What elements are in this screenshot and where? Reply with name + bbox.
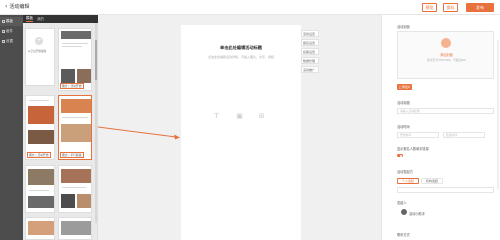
publish-button[interactable]: 发布 — [466, 3, 494, 12]
template-card[interactable] — [58, 217, 92, 240]
side-menu-item[interactable]: 活动设置 — [301, 30, 319, 37]
side-menu-item[interactable]: 报名设置 — [301, 39, 319, 46]
switch-label: 显示报名人数和浏览量 — [397, 147, 429, 151]
tab-templates[interactable]: 模板 — [26, 16, 33, 22]
nav-label: 设置 — [6, 39, 13, 43]
template-thumbnail — [61, 194, 75, 208]
time-label: 活动时间 — [397, 125, 410, 129]
chevron-left-icon: ‹ — [5, 2, 8, 10]
image-tool-icon[interactable]: ▣ — [236, 113, 243, 120]
template-thumbnail — [61, 99, 91, 113]
back-label: 活动编辑 — [9, 4, 30, 10]
text-line — [62, 117, 88, 118]
template-card[interactable]: 图文 | 活动开始 — [58, 28, 92, 91]
template-thumbnail — [28, 130, 54, 144]
template-card[interactable] — [25, 217, 55, 240]
template-thumbnail — [61, 124, 91, 142]
blank-template-card[interactable]: + 从空白开始编辑 — [25, 28, 55, 86]
person-label: 发起人 — [397, 201, 407, 205]
nav-label: 组件 — [6, 29, 13, 33]
panel-scrollbar[interactable] — [497, 40, 499, 190]
contact-label: 联系方式 — [397, 233, 410, 237]
avatar[interactable] — [401, 209, 407, 215]
template-thumbnail — [77, 69, 91, 83]
add-tool-icon[interactable]: ⊞ — [258, 113, 265, 120]
nav-item-settings[interactable]: 设置 — [0, 37, 23, 46]
organizer-label: 活动发起方 — [397, 170, 413, 174]
template-thumbnail — [28, 196, 54, 208]
blank-template-label: 从空白开始编辑 — [28, 50, 47, 53]
title-label: 活动标题 — [397, 101, 410, 105]
template-thumbnail — [77, 194, 91, 208]
save-button[interactable]: 保存 — [443, 3, 458, 12]
upload-main-text: 添加封面 — [440, 53, 453, 57]
template-thumbnail — [28, 106, 54, 124]
settings-icon — [2, 40, 5, 43]
template-card[interactable] — [25, 165, 55, 213]
text-line — [29, 190, 49, 191]
template-thumbnail — [28, 169, 54, 185]
grid-icon — [2, 20, 5, 23]
activity-detail-placeholder[interactable]: 点击此处编辑活动详情，可插入图片、文字、视频 — [181, 55, 301, 59]
end-time-input[interactable]: 结束时间 — [443, 132, 485, 138]
left-nav: 模板 组件 设置 — [0, 15, 23, 240]
title-input[interactable]: 请输入活动标题 — [397, 108, 494, 114]
template-card-selected[interactable]: 图文 | 平行模版 — [58, 95, 92, 160]
radio-personal[interactable]: 个人发起 — [397, 178, 419, 184]
plus-icon: + — [35, 37, 43, 45]
nav-item-components[interactable]: 组件 — [0, 27, 23, 36]
template-thumbnail — [61, 169, 91, 183]
template-thumbnail — [61, 69, 75, 83]
text-line — [29, 100, 49, 101]
template-caption: 图文 | 活动开始 — [27, 152, 51, 158]
cover-upload-area[interactable]: 添加封面 建议尺寸750*420，不超过2M — [397, 31, 494, 79]
template-thumbnail — [28, 221, 54, 235]
template-caption: 图文 | 平行模版 — [60, 152, 84, 158]
side-menu-item[interactable]: 活动推广 — [301, 66, 319, 73]
activity-title-placeholder[interactable]: 单击此处编辑活动标题 — [181, 45, 301, 51]
library-scrollbar-thumb[interactable] — [95, 40, 97, 80]
cover-label: 活动封面 — [397, 25, 410, 29]
preview-button[interactable]: 预览 — [422, 3, 437, 12]
annotation-arrow — [97, 126, 180, 140]
template-card[interactable] — [58, 165, 92, 213]
component-icon — [2, 30, 5, 33]
start-time-input[interactable]: 开始时间 — [397, 132, 439, 138]
library-tabs: 模板 我的 — [23, 15, 98, 23]
text-line — [62, 187, 86, 188]
template-thumbnail — [61, 31, 91, 39]
organizer-input[interactable] — [397, 187, 494, 193]
back-button[interactable]: ‹ 活动编辑 — [5, 3, 29, 10]
side-menu-item[interactable]: 数据管理 — [301, 57, 319, 64]
upload-hint-text: 建议尺寸750*420，不超过2M — [427, 58, 466, 62]
radio-organization[interactable]: 机构发起 — [421, 178, 443, 184]
top-bar: ‹ 活动编辑 预览 保存 发布 — [0, 0, 500, 15]
upload-icon — [441, 38, 451, 48]
side-menu-item[interactable]: 投票设置 — [301, 48, 319, 55]
nav-item-templates[interactable]: 模板 — [0, 17, 23, 26]
text-tool-icon[interactable]: T — [213, 113, 220, 120]
phone-preview: 单击此处编辑活动标题 点击此处编辑活动详情，可插入图片、文字、视频 T ▣ ⊞ — [181, 25, 301, 240]
template-card[interactable]: 图文 | 活动开始 — [25, 95, 55, 160]
nav-label: 模板 — [6, 19, 13, 23]
text-line — [62, 43, 88, 44]
tab-mine[interactable]: 我的 — [37, 17, 44, 22]
template-caption: 图文 | 活动开始 — [60, 83, 84, 89]
show-count-toggle[interactable] — [397, 154, 403, 157]
person-name: 活动小助手 — [409, 212, 425, 216]
upload-button[interactable]: 上传图片 — [397, 84, 412, 90]
text-line — [62, 46, 82, 47]
template-thumbnail — [61, 221, 91, 235]
